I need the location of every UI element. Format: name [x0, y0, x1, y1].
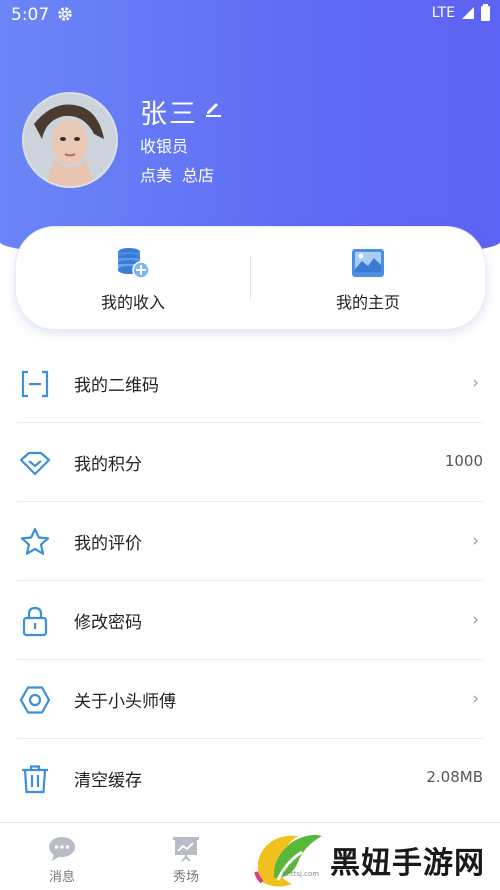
signal-icon [462, 7, 474, 19]
trash-icon [22, 765, 48, 794]
star-icon [20, 527, 50, 555]
store-name: 总店 [182, 166, 215, 185]
edit-pencil-icon[interactable] [204, 99, 222, 117]
status-bar: 5:07 LTE [0, 0, 500, 30]
settings-gear-icon [58, 7, 72, 21]
menu-item-points[interactable]: 我的积分 1000 [17, 423, 483, 502]
income-coins-icon [118, 248, 150, 279]
chat-bubble-icon [49, 837, 75, 861]
presentation-icon [173, 837, 199, 862]
chevron-right-icon: › [472, 689, 479, 709]
profile-store: 点美 总店 [140, 162, 214, 186]
tab-messages[interactable]: 消息 [12, 823, 112, 890]
menu-label: 关于小头师傅 [74, 692, 176, 712]
menu-label: 我的积分 [74, 455, 142, 475]
status-indicators: LTE [431, 3, 490, 21]
menu-item-about[interactable]: 关于小头师傅 › [17, 660, 483, 739]
hexagon-icon [19, 686, 51, 714]
my-income-label: 我的收入 [100, 293, 165, 312]
tab-label: 秀场 [172, 870, 199, 885]
lock-icon [22, 606, 48, 637]
menu-label: 我的评价 [74, 534, 142, 554]
battery-icon [481, 3, 490, 21]
quick-actions-card: 我的收入 我的主页 [15, 226, 486, 330]
cache-size-value: 2.08MB [426, 768, 483, 786]
menu-item-change-password[interactable]: 修改密码 › [17, 581, 483, 660]
menu-item-reviews[interactable]: 我的评价 › [17, 502, 483, 581]
avatar[interactable] [22, 92, 118, 188]
chevron-right-icon: › [472, 531, 479, 551]
watermark: 黑妞手游网 hnttsj.com [252, 832, 500, 889]
my-income-button[interactable]: 我的收入 [16, 227, 250, 329]
my-homepage-button[interactable]: 我的主页 [251, 227, 485, 329]
chevron-right-icon: › [472, 373, 479, 393]
watermark-text: 黑妞手游网 [330, 846, 485, 881]
menu-label: 我的二维码 [74, 376, 159, 396]
menu-item-qrcode[interactable]: 我的二维码 › [17, 344, 483, 423]
menu-item-clear-cache[interactable]: 清空缓存 2.08MB [17, 739, 483, 817]
homepage-image-icon [352, 249, 384, 277]
profile-role: 收银员 [140, 137, 189, 156]
profile-name: 张三 [140, 99, 198, 130]
tab-showcase[interactable]: 秀场 [136, 823, 236, 890]
tab-label: 消息 [48, 870, 75, 885]
status-time: 5:07 [11, 5, 50, 25]
settings-menu: 我的二维码 › 我的积分 1000 我的评价 › 修改密码 › 关于小头师傅 › [0, 344, 500, 817]
watermark-url: hnttsj.com [282, 870, 320, 878]
avatar-photo [24, 94, 116, 186]
network-type: LTE [431, 5, 455, 21]
points-value: 1000 [444, 452, 483, 470]
store-brand: 点美 [140, 166, 173, 185]
menu-label: 修改密码 [74, 613, 142, 633]
chevron-right-icon: › [472, 610, 479, 630]
menu-label: 清空缓存 [74, 771, 142, 791]
diamond-icon [19, 451, 51, 476]
my-homepage-label: 我的主页 [335, 293, 400, 312]
qr-scan-icon [21, 370, 49, 398]
watermark-logo [254, 834, 322, 887]
